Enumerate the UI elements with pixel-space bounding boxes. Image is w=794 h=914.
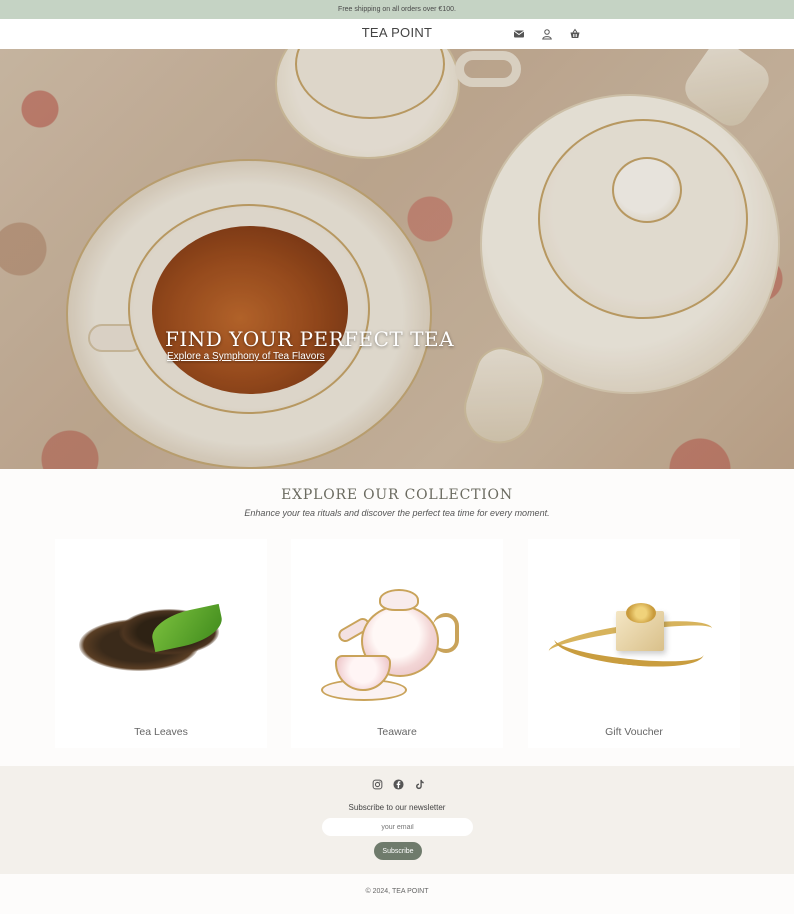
subscribe-button[interactable]: Subscribe [374,842,422,860]
mail-icon[interactable] [512,27,526,41]
hero-explore-link[interactable]: Explore a Symphony of Tea Flavors [167,351,325,362]
tiktok-icon[interactable] [413,778,425,790]
collection-subtitle: Enhance your tea rituals and discover th… [244,508,550,518]
site-logo[interactable]: TEA POINT [0,25,794,40]
instagram-icon[interactable] [371,778,383,790]
collection-card-teaware[interactable]: Teaware [291,539,503,748]
teaware-image [321,583,481,713]
card-label: Teaware [377,726,417,738]
collection-card-tea-leaves[interactable]: Tea Leaves [55,539,267,748]
gift-voucher-image [546,599,718,689]
announcement-text: Free shipping on all orders over €100. [338,6,456,13]
facebook-icon[interactable] [392,778,404,790]
copyright-brand-link[interactable]: TEA POINT [392,888,429,895]
account-icon[interactable] [540,27,554,41]
tea-leaves-image [79,601,244,681]
card-label: Gift Voucher [605,726,663,738]
newsletter-email-input[interactable] [322,818,473,836]
hero-banner: FIND YOUR PERFECT TEA Explore a Symphony… [0,49,794,469]
copyright-prefix: © 2024, [365,888,391,895]
hero-title: FIND YOUR PERFECT TEA [165,327,455,351]
newsletter-title: Subscribe to our newsletter [348,803,446,812]
site-footer: Subscribe to our newsletter Subscribe [0,766,794,874]
announcement-bar: Free shipping on all orders over €100. [0,0,794,19]
copyright: © 2024, TEA POINT [0,888,794,895]
cart-icon[interactable] [568,27,582,41]
card-label: Tea Leaves [134,726,188,738]
collection-card-gift-voucher[interactable]: Gift Voucher [528,539,740,748]
site-header: TEA POINT [0,19,794,49]
collection-title: EXPLORE OUR COLLECTION [281,487,513,503]
